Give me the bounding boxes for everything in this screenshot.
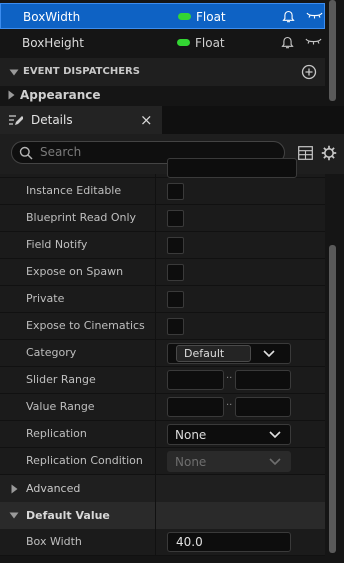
value-range-max-input[interactable] <box>235 397 291 417</box>
event-dispatchers-header[interactable]: EVENT DISPATCHERS <box>0 58 325 86</box>
variable-type[interactable]: Float <box>196 4 226 30</box>
private-checkbox[interactable] <box>167 291 184 308</box>
property-row-blueprint-read-only: Blueprint Read Only <box>0 205 325 232</box>
property-label: Value Range <box>26 400 95 413</box>
search-icon <box>19 146 33 160</box>
bell-icon[interactable] <box>282 10 295 24</box>
variable-name: BoxWidth <box>23 10 81 24</box>
property-row-value-range: Value Range .. <box>0 394 325 421</box>
property-row-expose-to-cinematics: Expose to Cinematics <box>0 313 325 340</box>
chevron-down-icon <box>269 458 281 466</box>
default-value-label: Default Value <box>26 509 110 522</box>
property-label: Box Width <box>26 535 82 548</box>
eye-icon[interactable] <box>305 37 322 47</box>
property-row-expose-on-spawn: Expose on Spawn <box>0 259 325 286</box>
variable-row-boxwidth[interactable]: BoxWidth Float <box>0 3 325 29</box>
chevron-right-icon <box>8 90 15 100</box>
chevron-down-icon <box>269 431 281 439</box>
bell-icon[interactable] <box>281 36 294 50</box>
property-label: Expose on Spawn <box>26 265 124 278</box>
replication-condition-value: None <box>175 455 207 469</box>
property-row-private: Private <box>0 286 325 313</box>
default-value-group-header[interactable]: Default Value <box>0 502 325 529</box>
property-row-replication-condition: Replication Condition None <box>0 448 325 475</box>
appearance-row[interactable]: Appearance <box>0 86 325 104</box>
property-label: Expose to Cinematics <box>26 319 145 332</box>
property-label: Replication Condition <box>26 454 143 467</box>
float-pin-icon <box>178 13 191 20</box>
property-row-replication: Replication None <box>0 421 325 448</box>
chevron-right-icon <box>11 484 18 494</box>
property-label: Category <box>26 346 77 359</box>
tab-label: Details <box>31 113 73 127</box>
category-value: Default <box>184 347 225 360</box>
slider-range-min-input[interactable] <box>167 370 224 390</box>
replication-value: None <box>175 428 207 442</box>
property-label: Blueprint Read Only <box>26 211 137 224</box>
property-label: Slider Range <box>26 373 96 386</box>
property-row-instance-editable: Instance Editable <box>0 178 325 205</box>
variable-row-boxheight[interactable]: BoxHeight Float <box>0 30 325 56</box>
slider-range-max-input[interactable] <box>235 370 291 390</box>
property-label: Private <box>26 292 65 305</box>
field-notify-checkbox[interactable] <box>167 237 184 254</box>
eye-icon[interactable] <box>306 11 323 21</box>
advanced-label: Advanced <box>26 482 81 495</box>
blueprint-read-only-checkbox[interactable] <box>167 210 184 227</box>
instance-editable-checkbox[interactable] <box>167 183 184 200</box>
grid-icon[interactable] <box>298 146 313 160</box>
variables-panel: BoxWidth Float BoxHeight Float EVENT DIS… <box>0 0 344 106</box>
details-icon <box>8 113 23 127</box>
variable-type[interactable]: Float <box>195 30 225 56</box>
cut-off-field <box>167 158 297 178</box>
category-combobox[interactable]: Default <box>167 343 291 364</box>
property-row-box-width: Box Width 40.0 <box>0 529 325 556</box>
add-icon[interactable] <box>301 64 317 80</box>
tab-details[interactable]: Details × <box>0 106 162 134</box>
scrollbar-thumb[interactable] <box>329 245 336 553</box>
float-pin-icon <box>177 39 190 46</box>
section-title: EVENT DISPATCHERS <box>23 66 140 77</box>
range-separator: .. <box>226 397 233 408</box>
replication-combobox[interactable]: None <box>167 424 291 445</box>
range-separator: .. <box>226 370 233 381</box>
variable-name: BoxHeight <box>22 36 84 50</box>
expose-to-cinematics-checkbox[interactable] <box>167 318 184 335</box>
replication-condition-combobox: None <box>167 451 291 472</box>
property-row-slider-range: Slider Range .. <box>0 367 325 394</box>
advanced-group-header[interactable]: Advanced <box>0 475 325 502</box>
appearance-label: Appearance <box>20 88 101 102</box>
value-range-min-input[interactable] <box>167 397 224 417</box>
property-row-field-notify: Field Notify <box>0 232 325 259</box>
close-icon[interactable]: × <box>140 106 153 134</box>
chevron-down-icon <box>263 350 275 358</box>
search-placeholder: Search <box>40 145 82 159</box>
chevron-down-icon <box>9 512 19 519</box>
column-divider <box>155 178 156 556</box>
property-label: Instance Editable <box>26 184 122 197</box>
chevron-down-icon <box>9 69 19 76</box>
expose-on-spawn-checkbox[interactable] <box>167 264 184 281</box>
box-width-value: 40.0 <box>176 535 203 549</box>
scrollbar-thumb[interactable] <box>329 0 336 101</box>
box-width-input[interactable]: 40.0 <box>167 532 291 552</box>
property-row-category: Category Default <box>0 340 325 367</box>
gear-icon[interactable] <box>321 145 337 161</box>
property-label: Replication <box>26 427 87 440</box>
property-label: Field Notify <box>26 238 88 251</box>
